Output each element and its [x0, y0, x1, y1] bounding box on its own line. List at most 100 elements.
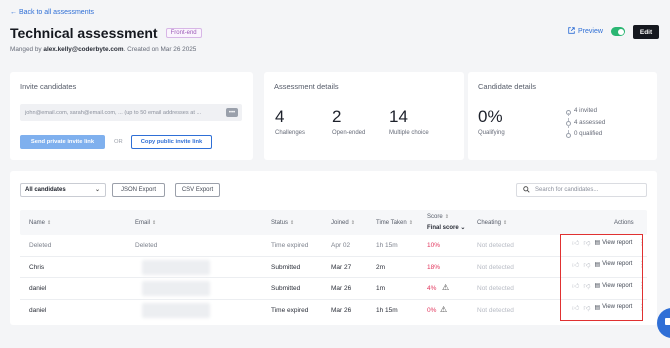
subtitle-suffix: . Created on Mar 26 2025	[123, 46, 197, 53]
back-to-assessments-link[interactable]: ← Back to all assessments	[10, 9, 94, 16]
warning-icon[interactable]: ⚠	[442, 283, 449, 292]
sort-icon: ⇕	[408, 220, 413, 226]
cell-time: 1m	[376, 285, 386, 292]
more-options-icon[interactable]: •••	[226, 108, 238, 117]
redacted-email	[142, 281, 210, 296]
actions-highlight-box	[560, 234, 643, 321]
col-joined[interactable]: Joined ⇕	[331, 220, 355, 226]
chat-support-icon[interactable]	[657, 308, 670, 338]
cell-score: 0%	[427, 306, 437, 314]
candidate-search-input[interactable]: Search for candidates...	[516, 183, 647, 197]
sort-icon: ⇕	[503, 220, 508, 226]
cell-score: 18%	[427, 263, 441, 271]
manager-email: alex.kelly@coderbyte.com	[43, 46, 124, 53]
funnel-assessed: 4 assessed	[566, 119, 605, 132]
col-name[interactable]: Name ⇕	[29, 220, 51, 226]
stat-label: Challenges	[275, 130, 306, 136]
candidate-filter-select[interactable]: All candidates ⌄	[20, 183, 106, 197]
stat-label: Multiple choice	[389, 130, 429, 136]
stat-multiple-choice: 14 Multiple choice	[389, 108, 429, 136]
col-cheating[interactable]: Cheating ⇕	[477, 220, 507, 226]
stat-challenges: 4 Challenges	[275, 108, 305, 136]
stat-open-ended: 2 Open-ended	[332, 108, 365, 136]
preview-label: Preview	[578, 28, 603, 35]
stat-value: 4	[275, 107, 285, 126]
col-score[interactable]: Score ⇕ Final score ⌄	[427, 214, 465, 231]
chevron-down-icon: ⌄	[460, 225, 466, 231]
publish-toggle[interactable]	[611, 27, 625, 36]
chevron-down-icon: ⌄	[94, 187, 100, 193]
cell-cheating: Not detected	[477, 242, 514, 249]
page-title: Technical assessment	[10, 25, 158, 41]
cell-cheating: Not detected	[477, 263, 514, 271]
col-time-taken[interactable]: Time Taken ⇕	[376, 220, 413, 226]
cell-cheating: Not detected	[477, 306, 514, 314]
col-email[interactable]: Email ⇕	[135, 220, 156, 226]
table-row[interactable]: Deleted Deleted Time expired Apr 02 1h 1…	[20, 235, 647, 257]
cell-score: 4%	[427, 285, 437, 292]
col-status[interactable]: Status ⇕	[271, 220, 294, 226]
send-private-invite-button[interactable]: Send private invite link	[20, 135, 105, 149]
cell-joined: Apr 02	[331, 242, 351, 249]
col-actions: Actions	[614, 220, 634, 226]
candidate-details-card: Candidate details 0% Qualifying 4 invite…	[468, 72, 657, 160]
sort-icon: ⇕	[290, 220, 295, 226]
cell-name: Deleted	[29, 242, 52, 249]
or-separator: OR	[114, 139, 123, 145]
search-placeholder: Search for candidates...	[535, 187, 599, 193]
stat-value: 14	[389, 107, 408, 126]
csv-export-button[interactable]: CSV Export	[175, 183, 220, 197]
copy-public-invite-button[interactable]: Copy public invite link	[131, 135, 212, 149]
assessment-card-title: Assessment details	[274, 82, 339, 91]
invite-placeholder: john@email.com, sarah@email.com, ... (up…	[25, 109, 202, 116]
json-export-button[interactable]: JSON Export	[112, 183, 165, 197]
table-row[interactable]: Chris Submitted Mar 27 2m 18% Not detect…	[20, 257, 647, 278]
table-header: Name ⇕ Email ⇕ Status ⇕ Joined ⇕ Time Taken ⇕…	[20, 210, 647, 235]
cell-status: Submitted	[271, 285, 301, 292]
cell-joined: Mar 27	[331, 263, 352, 271]
funnel-invited: 4 invited	[566, 107, 605, 121]
search-icon	[523, 185, 530, 195]
cell-name: daniel	[29, 285, 47, 292]
sort-icon: ⇕	[152, 220, 157, 226]
cell-score: 10%	[427, 242, 441, 249]
invite-email-input[interactable]: john@email.com, sarah@email.com, ... (up…	[20, 104, 242, 121]
cell-name: Chris	[29, 263, 45, 271]
preview-button[interactable]: Preview	[568, 27, 603, 36]
stat-label: Open-ended	[332, 130, 366, 136]
col-joined-label: Joined	[331, 220, 349, 226]
cell-joined: Mar 26	[331, 285, 352, 292]
sort-icon: ⇕	[444, 214, 449, 220]
candidate-card-title: Candidate details	[478, 82, 536, 91]
cell-joined: Mar 26	[331, 306, 352, 314]
col-status-label: Status	[271, 220, 289, 226]
qualifying-percent: 0%	[478, 107, 503, 126]
cell-status: Time expired	[271, 306, 309, 314]
category-tag: Front-end	[165, 28, 202, 38]
redacted-email	[142, 302, 210, 318]
stat-value: 2	[332, 107, 342, 126]
table-row[interactable]: daniel Submitted Mar 26 1m 4% ⚠ Not dete…	[20, 278, 647, 300]
subtitle-prefix: Manged by	[10, 46, 44, 53]
warning-icon[interactable]: ⚠	[440, 305, 447, 314]
cell-time: 2m	[376, 263, 386, 271]
edit-button[interactable]: Edit	[633, 25, 659, 39]
col-name-label: Name	[29, 220, 46, 226]
col-email-label: Email	[135, 220, 151, 226]
sort-icon: ⇕	[47, 220, 52, 226]
table-row[interactable]: daniel Time expired Mar 26 1h 15m 0% ⚠ N…	[20, 300, 647, 322]
cell-cheating: Not detected	[477, 285, 514, 292]
invite-card-title: Invite candidates	[20, 82, 77, 91]
funnel-qualified: 0 qualified	[566, 130, 605, 142]
external-link-icon	[568, 27, 575, 36]
col-final-score-label: Final score	[427, 225, 459, 231]
filter-value: All candidates	[25, 187, 66, 193]
cell-name: daniel	[29, 306, 47, 314]
cell-status: Submitted	[271, 263, 301, 271]
cell-status: Time expired	[271, 242, 309, 249]
cell-email: Deleted	[135, 242, 158, 249]
col-score-label: Score	[427, 214, 443, 220]
col-time-label: Time Taken	[376, 220, 407, 226]
invite-candidates-card: Invite candidates john@email.com, sarah@…	[10, 72, 253, 160]
cell-time: 1h 15m	[376, 306, 398, 314]
